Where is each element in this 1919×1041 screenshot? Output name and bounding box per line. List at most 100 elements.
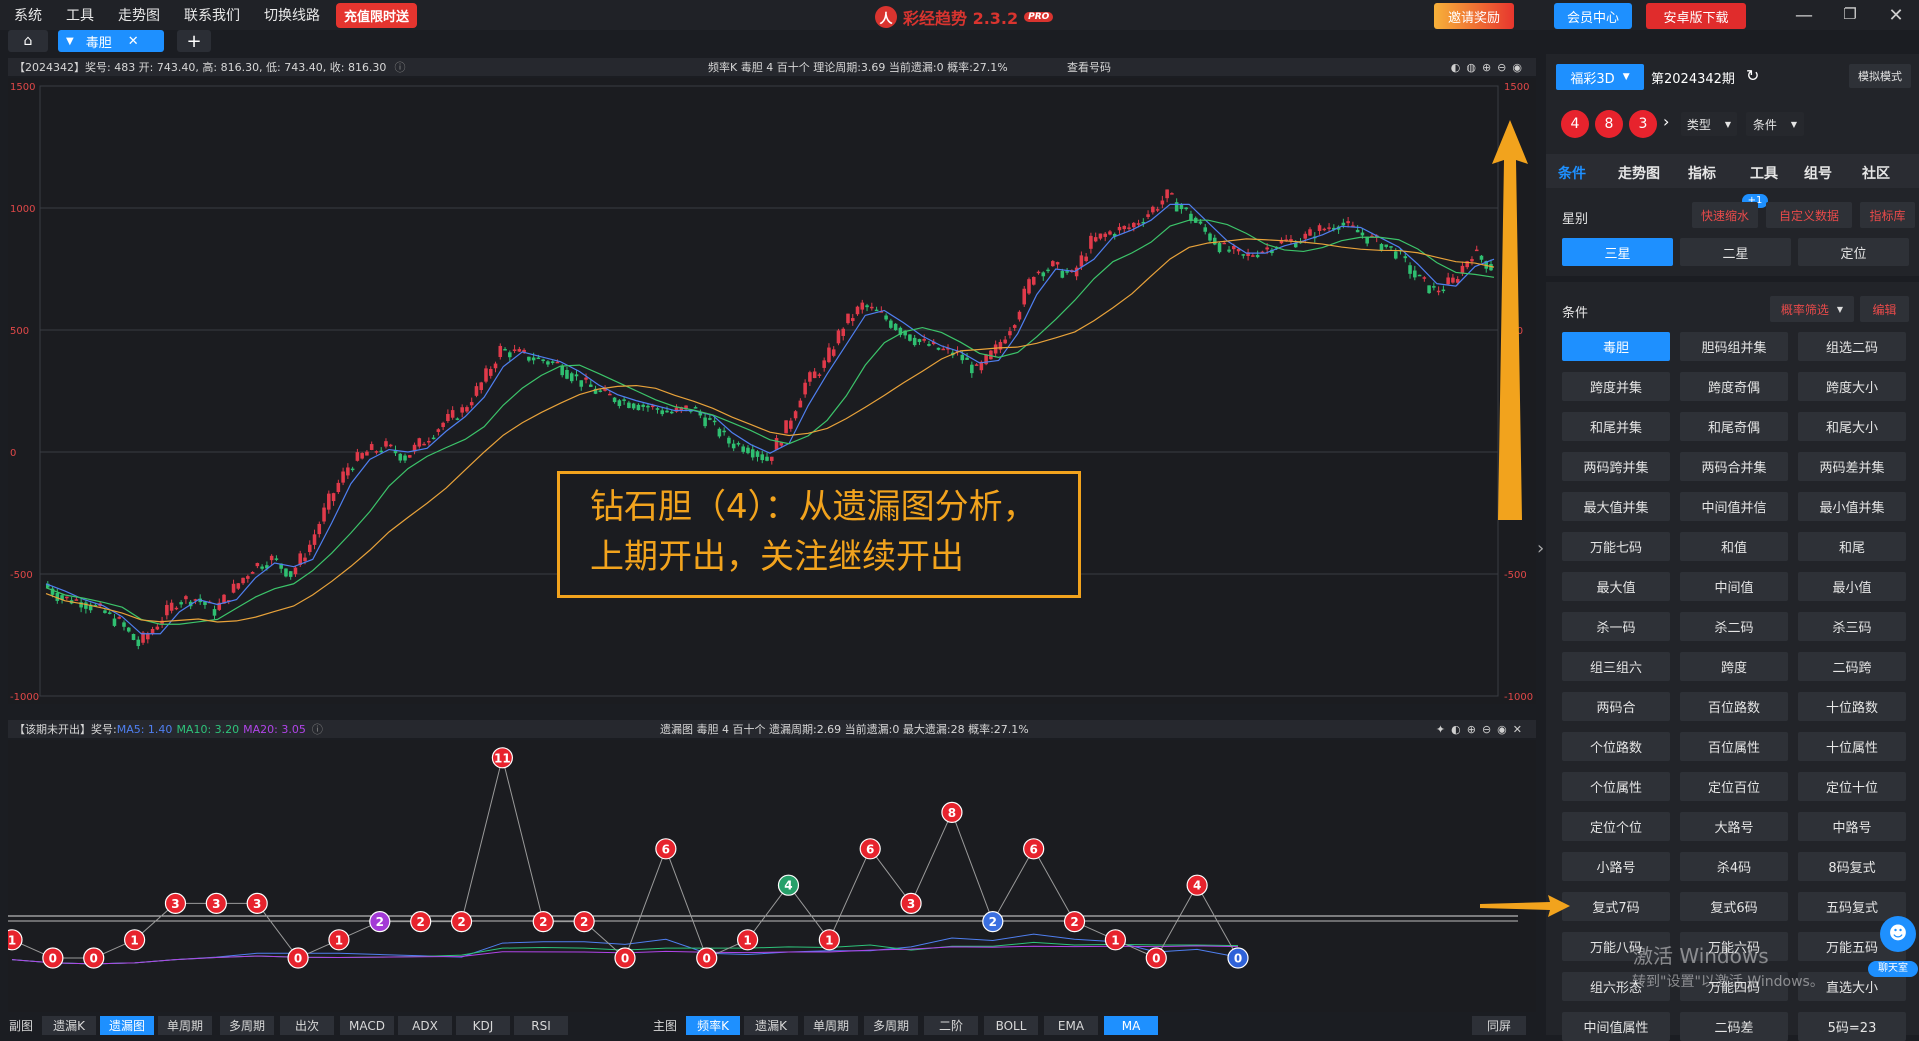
sub-chart-btn-8[interactable]: KDJ [456, 1016, 510, 1035]
cond-button-20[interactable]: 最小值 [1798, 572, 1906, 601]
cond-button-39[interactable]: 小路号 [1562, 852, 1670, 881]
sub-chart-btn-4[interactable]: 多周期 [220, 1016, 274, 1035]
cond-button-8[interactable]: 和尾大小 [1798, 412, 1906, 441]
side-nav-4[interactable]: 组号 [1804, 163, 1832, 183]
chevron-right-icon[interactable]: › [1663, 112, 1669, 131]
cond-button-28[interactable]: 百位路数 [1680, 692, 1788, 721]
cond-button-25[interactable]: 跨度 [1680, 652, 1788, 681]
close-window-icon[interactable]: ✕ [1884, 5, 1908, 26]
sub-chart-btn-6[interactable]: MACD [340, 1016, 394, 1035]
cond-button-12[interactable]: 最大值并集 [1562, 492, 1670, 521]
main-chart-btn-8[interactable]: MA [1104, 1016, 1158, 1035]
main-chart-btn-7[interactable]: EMA [1044, 1016, 1098, 1035]
cond-button-42[interactable]: 复式7码 [1562, 892, 1670, 921]
cond-button-1[interactable]: 胆码组并集 [1680, 332, 1788, 361]
cond-button-52[interactable]: 二码差 [1680, 1012, 1788, 1041]
omission-tool-icons[interactable]: ✦◐⊕⊖◉✕ [1436, 723, 1528, 736]
tab-dudan[interactable]: ▼ 毒胆 ✕ [58, 30, 164, 52]
cond-button-18[interactable]: 最大值 [1562, 572, 1670, 601]
cond-button-15[interactable]: 万能七码 [1562, 532, 1670, 561]
cond-button-53[interactable]: 5码=23 [1798, 1012, 1906, 1041]
sub-chart-btn-7[interactable]: ADX [398, 1016, 452, 1035]
sub-chart-btn-0[interactable]: 副图 [4, 1016, 38, 1035]
chat-bot-icon[interactable]: ☻ [1880, 916, 1916, 952]
main-chart-btn-0[interactable]: 主图 [648, 1016, 682, 1035]
menu-trend[interactable]: 走势图 [118, 5, 160, 25]
cond-button-17[interactable]: 和尾 [1798, 532, 1906, 561]
kline-tool-icons[interactable]: ◐◍⊕⊖◉ [1451, 61, 1528, 74]
android-download-button[interactable]: 安卓版下载 [1646, 3, 1746, 29]
sub-chart-btn-5[interactable]: 出次 [280, 1016, 334, 1035]
check-number-link[interactable]: 查看号码 [1067, 59, 1111, 75]
cond-button-24[interactable]: 组三组六 [1562, 652, 1670, 681]
star-two[interactable]: 二星 [1680, 238, 1791, 266]
cond-button-41[interactable]: 8码复式 [1798, 852, 1906, 881]
indicator-lib-button[interactable]: 指标库 [1860, 202, 1915, 228]
omission-help-icon[interactable]: ⓘ [312, 721, 323, 737]
cond-button-13[interactable]: 中间值并信 [1680, 492, 1788, 521]
cond-button-31[interactable]: 百位属性 [1680, 732, 1788, 761]
lottery-select[interactable]: 福彩3D ▼ [1556, 64, 1644, 90]
cond-button-19[interactable]: 中间值 [1680, 572, 1788, 601]
cond-button-14[interactable]: 最小值并集 [1798, 492, 1906, 521]
cond-button-23[interactable]: 杀三码 [1798, 612, 1906, 641]
menu-system[interactable]: 系统 [14, 5, 42, 25]
cond-button-9[interactable]: 两码跨并集 [1562, 452, 1670, 481]
cond-button-36[interactable]: 定位个位 [1562, 812, 1670, 841]
cond-button-29[interactable]: 十位路数 [1798, 692, 1906, 721]
tab-close-icon[interactable]: ✕ [128, 34, 139, 49]
main-chart-btn-6[interactable]: BOLL [984, 1016, 1038, 1035]
help-icon[interactable]: ⓘ [394, 59, 405, 75]
cond-button-2[interactable]: 组选二码 [1798, 332, 1906, 361]
main-chart-btn-2[interactable]: 遗漏K [744, 1016, 798, 1035]
prob-filter-select[interactable]: 概率筛选 ▼ [1770, 296, 1854, 322]
add-tab-button[interactable]: + [177, 30, 211, 52]
side-nav-3[interactable]: 工具 [1750, 163, 1778, 183]
side-nav-2[interactable]: 指标 [1688, 163, 1716, 183]
cond-button-3[interactable]: 跨度并集 [1562, 372, 1670, 401]
cond-button-16[interactable]: 和值 [1680, 532, 1788, 561]
member-center-button[interactable]: 会员中心 [1554, 3, 1632, 29]
invite-button[interactable]: 邀请奖励 [1434, 3, 1514, 29]
cond-button-33[interactable]: 个位属性 [1562, 772, 1670, 801]
chat-room-label[interactable]: 聊天室 [1868, 961, 1918, 977]
cond-button-7[interactable]: 和尾奇偶 [1680, 412, 1788, 441]
cond-button-6[interactable]: 和尾并集 [1562, 412, 1670, 441]
quick-shrink-button[interactable]: 快速缩水 [1692, 202, 1758, 228]
cond-button-27[interactable]: 两码合 [1562, 692, 1670, 721]
type-select[interactable]: 类型 ▼ [1681, 112, 1737, 136]
cond-button-4[interactable]: 跨度奇偶 [1680, 372, 1788, 401]
cond-button-51[interactable]: 中间值属性 [1562, 1012, 1670, 1041]
cond-button-22[interactable]: 杀二码 [1680, 612, 1788, 641]
cond-button-30[interactable]: 个位路数 [1562, 732, 1670, 761]
menu-switch-line[interactable]: 切换线路 [264, 5, 320, 25]
edit-button[interactable]: 编辑 [1860, 296, 1909, 322]
main-chart-btn-5[interactable]: 二阶 [924, 1016, 978, 1035]
main-chart-btn-4[interactable]: 多周期 [864, 1016, 918, 1035]
custom-data-button[interactable]: 自定义数据 [1766, 202, 1852, 228]
cond-button-38[interactable]: 中路号 [1798, 812, 1906, 841]
cond-button-11[interactable]: 两码差并集 [1798, 452, 1906, 481]
cond-button-5[interactable]: 跨度大小 [1798, 372, 1906, 401]
sim-mode-button[interactable]: 模拟模式 [1849, 64, 1911, 88]
main-chart-btn-1[interactable]: 频率K [686, 1016, 740, 1035]
menu-tools[interactable]: 工具 [66, 5, 94, 25]
side-nav-1[interactable]: 走势图 [1618, 163, 1660, 183]
side-nav-5[interactable]: 社区 [1862, 163, 1890, 183]
collapse-panel-icon[interactable]: › [1537, 538, 1544, 559]
cond-button-0[interactable]: 毒胆 [1562, 332, 1670, 361]
same-screen-button[interactable]: 同屏 [1472, 1016, 1526, 1035]
sub-chart-btn-1[interactable]: 遗漏K [42, 1016, 96, 1035]
menu-contact[interactable]: 联系我们 [184, 5, 240, 25]
star-three[interactable]: 三星 [1562, 238, 1673, 266]
cond-button-40[interactable]: 杀4码 [1680, 852, 1788, 881]
side-nav-0[interactable]: 条件 [1558, 163, 1586, 183]
sub-chart-btn-3[interactable]: 单周期 [158, 1016, 212, 1035]
cond-button-37[interactable]: 大路号 [1680, 812, 1788, 841]
refresh-icon[interactable]: ↻ [1746, 66, 1759, 85]
cond-button-34[interactable]: 定位百位 [1680, 772, 1788, 801]
cond-button-26[interactable]: 二码跨 [1798, 652, 1906, 681]
cond-button-35[interactable]: 定位十位 [1798, 772, 1906, 801]
recharge-button[interactable]: 充值限时送 [336, 2, 418, 28]
minimize-icon[interactable]: — [1792, 5, 1816, 26]
